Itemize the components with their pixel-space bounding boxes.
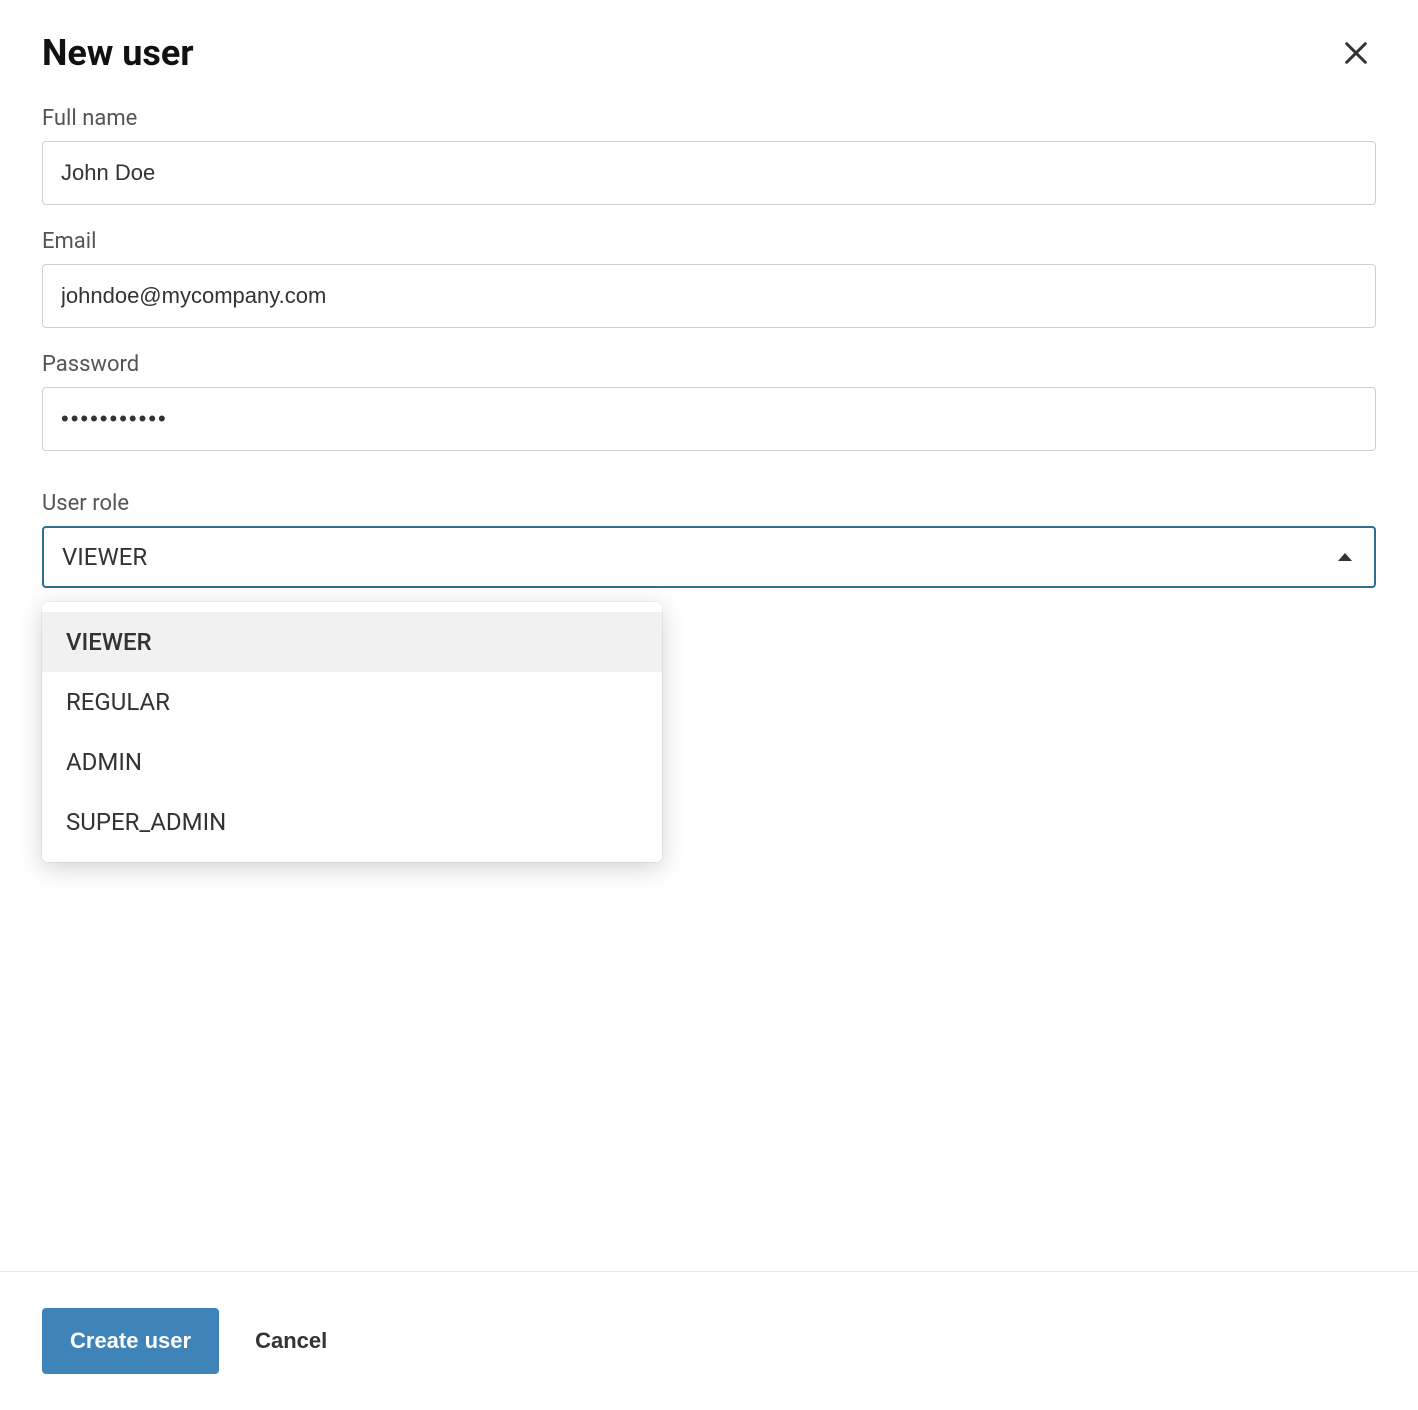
field-email: Email — [42, 229, 1376, 328]
role-option-super-admin[interactable]: SUPER_ADMIN — [42, 792, 662, 852]
role-option-viewer[interactable]: VIEWER — [42, 612, 662, 672]
role-select-value: VIEWER — [62, 543, 147, 571]
role-select[interactable]: VIEWER — [42, 526, 1376, 588]
field-fullname: Full name — [42, 106, 1376, 205]
password-input[interactable] — [42, 387, 1376, 451]
close-icon — [1340, 37, 1372, 69]
caret-up-icon — [1338, 553, 1352, 561]
dialog-footer: Create user Cancel — [0, 1271, 1418, 1410]
password-label: Password — [42, 352, 1376, 377]
fullname-label: Full name — [42, 106, 1376, 131]
dialog-header: New user — [42, 32, 1376, 74]
dialog-title: New user — [42, 32, 194, 74]
role-label: User role — [42, 491, 1376, 516]
role-select-wrap: VIEWER VIEWER REGULAR ADMIN SUPER_ADMIN — [42, 526, 1376, 588]
new-user-dialog: New user Full name Email Password User r… — [0, 0, 1418, 1290]
role-option-admin[interactable]: ADMIN — [42, 732, 662, 792]
field-password: Password — [42, 352, 1376, 451]
email-input[interactable] — [42, 264, 1376, 328]
cancel-button[interactable]: Cancel — [255, 1328, 327, 1354]
close-button[interactable] — [1336, 33, 1376, 73]
role-dropdown: VIEWER REGULAR ADMIN SUPER_ADMIN — [42, 602, 662, 862]
role-option-regular[interactable]: REGULAR — [42, 672, 662, 732]
fullname-input[interactable] — [42, 141, 1376, 205]
create-user-button[interactable]: Create user — [42, 1308, 219, 1374]
field-role: User role VIEWER VIEWER REGULAR ADMIN SU… — [42, 491, 1376, 588]
email-label: Email — [42, 229, 1376, 254]
